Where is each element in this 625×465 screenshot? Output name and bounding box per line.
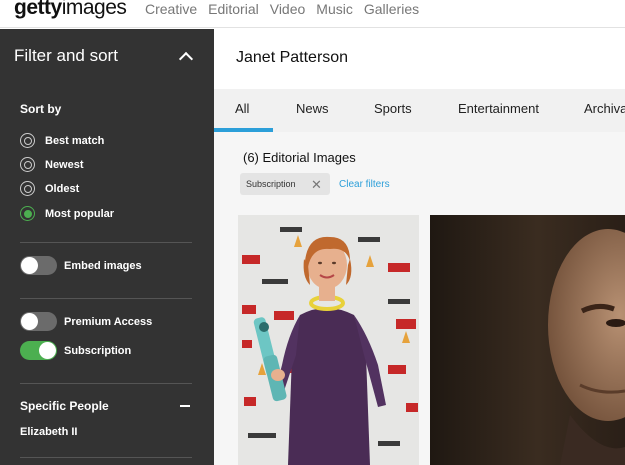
result-image-janet-patterson[interactable] [238,215,419,465]
search-header: Janet Patterson [214,29,625,89]
sort-oldest-radio[interactable] [20,181,35,196]
photo-illustration [238,215,419,465]
divider [20,457,192,458]
result-image-portrait[interactable] [430,215,625,465]
photo-illustration [430,215,625,465]
tab-news[interactable]: News [296,101,329,116]
tab-entertainment[interactable]: Entertainment [458,101,539,116]
filter-sidebar: Filter and sort Sort by Best match Newes… [0,29,214,465]
sort-best-match-label[interactable]: Best match [45,135,104,147]
nav-video[interactable]: Video [270,1,306,17]
filter-sort-title: Filter and sort [14,46,118,65]
sort-oldest-label[interactable]: Oldest [45,183,79,195]
embed-images-toggle[interactable] [20,256,57,275]
nav-editorial[interactable]: Editorial [208,1,259,17]
page-title: Janet Patterson [236,49,349,66]
clear-filters-link[interactable]: Clear filters [339,179,390,190]
sort-newest-radio[interactable] [20,157,35,172]
remove-filter-icon[interactable]: ✕ [311,177,322,193]
people-filter-value[interactable]: Elizabeth II [20,426,77,438]
divider [20,298,192,299]
collapse-minus-icon[interactable] [180,405,190,407]
sort-by-label: Sort by [20,102,62,116]
premium-access-label: Premium Access [64,316,153,328]
collapse-chevron-icon[interactable] [178,51,194,67]
sort-most-popular-label[interactable]: Most popular [45,208,114,220]
divider [20,383,192,384]
sort-best-match-radio[interactable] [20,133,35,148]
nav-music[interactable]: Music [316,1,353,17]
nav-creative[interactable]: Creative [145,1,197,17]
nav-galleries[interactable]: Galleries [364,1,419,17]
tab-all[interactable]: All [235,101,249,116]
page: gettyimages Creative Editorial Video Mus… [0,0,625,465]
top-nav: gettyimages Creative Editorial Video Mus… [0,0,625,28]
tab-sports[interactable]: Sports [374,101,412,116]
getty-logo[interactable]: gettyimages [14,0,127,20]
nav-links: Creative Editorial Video Music Galleries [145,1,430,17]
result-count: (6) Editorial Images [243,150,356,165]
tab-archival[interactable]: Archival [584,101,625,116]
premium-access-toggle[interactable] [20,312,57,331]
subscription-label: Subscription [64,345,132,357]
specific-people-label[interactable]: Specific People [20,399,109,413]
embed-images-label: Embed images [64,260,142,272]
sort-newest-label[interactable]: Newest [45,159,84,171]
sort-most-popular-radio[interactable] [20,206,35,221]
divider [20,242,192,243]
tab-bar: All News Sports Entertainment Archival [214,89,625,132]
subscription-toggle[interactable] [20,341,57,360]
subscription-filter-chip[interactable]: Subscription ✕ [240,173,330,195]
chip-label: Subscription [246,179,296,189]
